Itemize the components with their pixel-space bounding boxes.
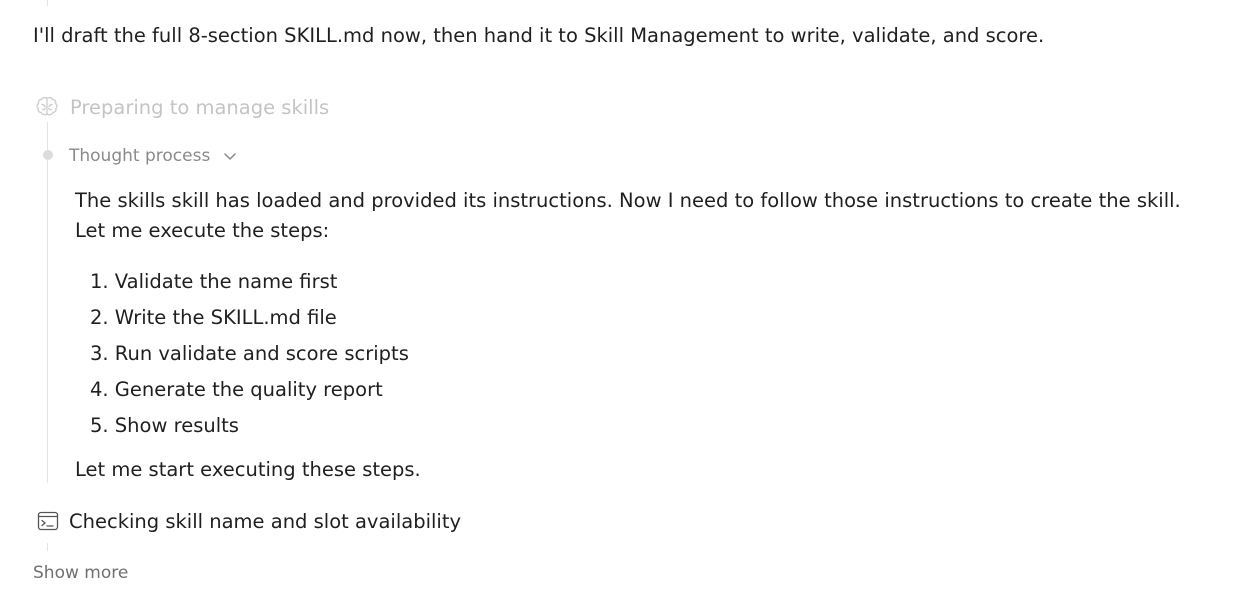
thought-process-label: Thought process — [69, 146, 211, 166]
thought-process-toggle[interactable]: Thought process — [69, 143, 240, 169]
list-item: 2. Write the SKILL.md file — [90, 306, 337, 329]
thought-steps-list: 1. Validate the name first 2. Write the … — [90, 264, 409, 444]
list-item: 1. Validate the name first — [90, 270, 338, 293]
terminal-icon — [37, 509, 61, 533]
timeline-dot — [43, 150, 53, 160]
chevron-down-icon — [222, 147, 240, 165]
timeline-rail — [47, 122, 48, 483]
timeline-rail-top — [47, 0, 48, 6]
show-more-link[interactable]: Show more — [33, 563, 128, 583]
tool-call-row[interactable]: Checking skill name and slot availabilit… — [37, 507, 461, 535]
timeline-rail-bottom — [47, 543, 48, 551]
list-item: 5. Show results — [90, 414, 239, 437]
tool-call-label: Checking skill name and slot availabilit… — [69, 509, 462, 533]
brain-icon — [34, 93, 62, 121]
thought-paragraph: The skills skill has loaded and provided… — [75, 189, 1181, 242]
list-item: 3. Run validate and score scripts — [90, 342, 409, 365]
chat-message: I'll draft the full 8-section SKILL.md n… — [0, 0, 1240, 599]
step-label: Preparing to manage skills — [70, 95, 330, 119]
list-item: 4. Generate the quality report — [90, 378, 383, 401]
assistant-intro-text: I'll draft the full 8-section SKILL.md n… — [33, 24, 1045, 47]
thought-paragraph-container: The skills skill has loaded and provided… — [75, 186, 1205, 246]
thought-closing: Let me start executing these steps. — [75, 458, 421, 481]
step-preparing: Preparing to manage skills — [34, 93, 329, 121]
